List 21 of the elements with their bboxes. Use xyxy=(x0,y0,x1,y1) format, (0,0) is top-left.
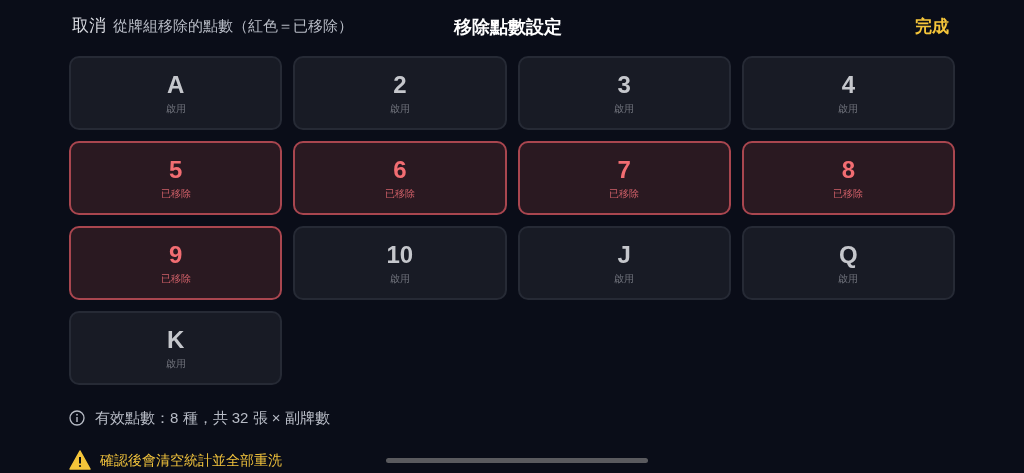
rank-card[interactable]: 8 已移除 xyxy=(741,141,955,215)
info-icon xyxy=(69,410,85,427)
rank-card[interactable]: K 啟用 xyxy=(69,311,283,385)
rank-card[interactable]: 7 已移除 xyxy=(517,141,731,215)
rank-card[interactable]: 10 啟用 xyxy=(293,226,507,300)
done-button[interactable]: 完成 xyxy=(915,14,949,40)
warning-icon xyxy=(69,450,91,470)
warning-text: 確認後會清空統計並全部重洗 xyxy=(100,450,282,470)
hint-text: 從牌組移除的點數（紅色＝已移除） xyxy=(113,15,353,36)
rank-card[interactable]: Q 啟用 xyxy=(741,226,955,300)
rank-card[interactable]: 5 已移除 xyxy=(69,141,283,215)
rank-card[interactable]: 6 已移除 xyxy=(293,141,507,215)
rank-card[interactable]: A 啟用 xyxy=(69,56,283,130)
info-text: 有效點數：8 種，共 32 張 × 副牌數 xyxy=(95,408,330,428)
rank-card[interactable]: J 啟用 xyxy=(517,226,731,300)
page-title: 移除點數設定 xyxy=(454,16,562,39)
rank-card[interactable]: 2 啟用 xyxy=(293,56,507,130)
rank-card[interactable]: 3 啟用 xyxy=(517,56,731,130)
rank-card[interactable]: 4 啟用 xyxy=(741,56,955,130)
rank-card[interactable]: 9 已移除 xyxy=(69,226,283,300)
cancel-button[interactable]: 取消 xyxy=(72,13,106,39)
